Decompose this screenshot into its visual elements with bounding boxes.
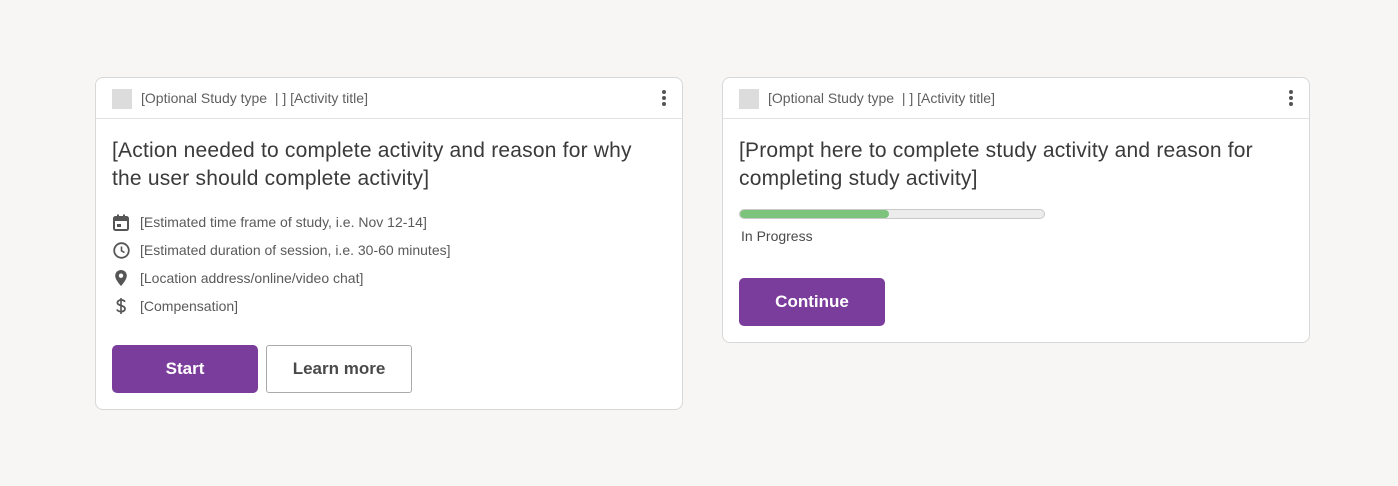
location-pin-icon xyxy=(112,269,130,287)
detail-text: [Compensation] xyxy=(140,298,239,314)
study-thumbnail xyxy=(739,89,759,109)
clock-icon xyxy=(112,241,130,259)
detail-row-compensation: [Compensation] xyxy=(112,292,451,320)
start-button[interactable]: Start xyxy=(112,345,258,393)
study-details-list: [Estimated time frame of study, i.e. Nov… xyxy=(112,208,451,320)
card-header: [Optional Study type | ] [Activity title… xyxy=(723,78,1309,119)
progress-bar xyxy=(739,209,1045,219)
detail-text: [Location address/online/video chat] xyxy=(140,270,364,286)
more-options-icon[interactable] xyxy=(656,88,672,108)
card-header: [Optional Study type | ] [Activity title… xyxy=(96,78,682,119)
activity-card-start: [Optional Study type | ] [Activity title… xyxy=(95,77,683,410)
continue-button[interactable]: Continue xyxy=(739,278,885,326)
dollar-icon xyxy=(112,297,130,315)
more-options-icon[interactable] xyxy=(1283,88,1299,108)
detail-row-duration: [Estimated duration of session, i.e. 30-… xyxy=(112,236,451,264)
activity-card-in-progress: [Optional Study type | ] [Activity title… xyxy=(722,77,1310,343)
detail-row-location: [Location address/online/video chat] xyxy=(112,264,451,292)
detail-text: [Estimated duration of session, i.e. 30-… xyxy=(140,242,451,258)
progress-bar-fill xyxy=(740,210,889,218)
learn-more-button[interactable]: Learn more xyxy=(266,345,412,393)
activity-prompt: [Prompt here to complete study activity … xyxy=(739,139,1253,190)
card-header-title: [Optional Study type | ] [Activity title… xyxy=(768,90,995,106)
activity-prompt: [Action needed to complete activity and … xyxy=(112,139,632,190)
detail-row-timeframe: [Estimated time frame of study, i.e. Nov… xyxy=(112,208,451,236)
calendar-icon xyxy=(112,213,130,231)
progress-status-label: In Progress xyxy=(741,228,813,244)
study-thumbnail xyxy=(112,89,132,109)
card-header-title: [Optional Study type | ] [Activity title… xyxy=(141,90,368,106)
detail-text: [Estimated time frame of study, i.e. Nov… xyxy=(140,214,427,230)
